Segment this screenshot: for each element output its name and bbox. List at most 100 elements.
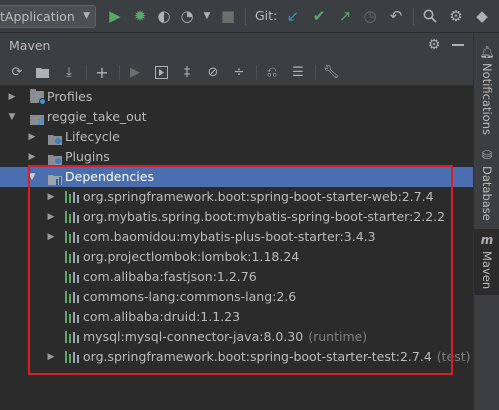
dependency-label: org.projectlombok:lombok:1.18.24 [83,249,300,264]
maven-panel-header: Maven ⚙ [0,33,473,58]
dependency-item[interactable]: commons-lang:commons-lang:2.6 [0,287,473,307]
dependency-scope: (test) [436,349,471,364]
toolbar-separator [86,65,87,80]
tree-node-profiles[interactable]: ▶ Profiles [0,87,473,107]
wrench-icon[interactable]: 🔧︎ [322,63,340,81]
tree-node-lifecycle[interactable]: ▶ Lifecycle [0,127,473,147]
library-icon [65,271,79,283]
skip-tests-icon[interactable]: ⊘ [204,63,222,81]
tree-node-dependencies[interactable]: ▼ Dependencies [0,167,473,187]
jetbrains-logo-icon[interactable]: ◆ [472,6,492,26]
folder-gear-icon [48,151,62,165]
dependency-item[interactable]: ▶ org.springframework.boot:spring-boot-st… [0,187,473,207]
vcs-push-icon[interactable]: ↗ [335,6,355,26]
git-label: Git: [255,8,278,23]
tree-node-project[interactable]: ▼ reggie_take_out [0,107,473,127]
dependency-label: org.mybatis.spring.boot:mybatis-spring-b… [83,209,446,224]
vcs-commit-icon[interactable]: ✔ [309,6,329,26]
dependency-label: commons-lang:commons-lang:2.6 [83,289,297,304]
folder-icon [30,89,46,105]
dependency-item[interactable]: mysql:mysql-connector-java:8.0.30 (runtim… [0,327,473,347]
reload-folder-icon[interactable] [34,63,52,81]
toolbar-separator [315,65,316,80]
run-configuration-label: tApplication [0,9,75,24]
dependency-item[interactable]: com.alibaba:druid:1.1.23 [0,307,473,327]
chevron-right-icon[interactable]: ▶ [6,87,18,107]
bell-icon: 🔔︎ [479,45,495,59]
library-icon [65,331,79,343]
dependency-label: org.springframework.boot:spring-boot-sta… [83,349,432,364]
chevron-right-icon[interactable]: ▶ [45,227,57,247]
panel-title: Maven [9,38,51,53]
folder-gear-icon [48,131,62,145]
tree-node-label: Plugins [65,149,110,164]
run-icon[interactable]: ▶ [105,6,125,26]
tree-node-plugins[interactable]: ▶ Plugins [0,147,473,167]
debug-icon[interactable]: ✹ [130,6,150,26]
collapse-icon[interactable]: ÷ [230,63,248,81]
add-icon[interactable]: + [93,63,111,82]
dependency-label: mysql:mysql-connector-java:8.0.30 [83,329,304,344]
stop-icon[interactable]: ■ [218,6,238,26]
toolbar-separator [245,8,246,25]
dependency-item[interactable]: org.projectlombok:lombok:1.18.24 [0,247,473,267]
library-icon [65,231,79,243]
main-toolbar: tApplication ▼ ▶ ✹ ◐ ◔ ▼ ■ Git: ↙ ✔ ↗ ◷ … [0,0,499,33]
chevron-down-icon: ▼ [83,11,90,21]
maven-icon: m [480,233,494,247]
toolbar-separator [119,65,120,80]
dependency-label: com.alibaba:fastjson:1.2.76 [83,269,257,284]
tree-node-label: Dependencies [65,169,154,184]
tab-label: Maven [480,251,494,290]
tree-node-label: Lifecycle [65,129,120,144]
rollback-icon[interactable]: ↶ [386,6,406,26]
library-icon [65,191,79,203]
settings-icon[interactable]: ⚙ [446,6,466,26]
library-icon [65,311,79,323]
toolbar-separator [413,8,414,25]
toggle-offline-icon[interactable]: ‡ [178,63,196,81]
chevron-right-icon[interactable]: ▶ [45,347,57,367]
profile-icon[interactable]: ◔ [177,6,197,26]
tree-node-label: reggie_take_out [47,109,147,124]
tab-database[interactable]: ⛁ Database [474,148,499,221]
dependency-label: com.baomidou:mybatis-plus-boot-starter:3… [83,229,376,244]
dependency-item[interactable]: com.alibaba:fastjson:1.2.76 [0,267,473,287]
dependency-item[interactable]: ▶ com.baomidou:mybatis-plus-boot-starter:… [0,227,473,247]
chevron-down-icon[interactable]: ▼ [197,6,217,26]
vcs-update-icon[interactable]: ↙ [283,6,303,26]
tab-maven[interactable]: m Maven [474,229,499,296]
dependency-item[interactable]: ▶ org.springframework.boot:spring-boot-st… [0,347,473,367]
chevron-down-icon[interactable]: ▼ [26,167,38,187]
toolbar-separator [256,65,257,80]
library-icon [65,351,79,363]
run-configuration-selector[interactable]: tApplication ▼ [0,5,96,28]
library-icon [65,251,79,263]
run-maven-build-icon[interactable]: ▶ [126,63,144,81]
chevron-right-icon[interactable]: ▶ [26,127,38,147]
maven-toolbar: ⟳ ⤓ + ▶ ‡ ⊘ ÷ ⎌ ☰ 🔧︎ [0,58,473,86]
minimize-icon[interactable] [449,36,467,54]
search-icon[interactable] [420,6,440,26]
dependency-text: org.springframework.boot:spring-boot-sta… [83,347,471,367]
tab-notifications[interactable]: 🔔︎ Notifications [474,45,499,135]
history-icon[interactable]: ◷ [360,6,380,26]
library-icon [65,211,79,223]
gear-icon[interactable]: ⚙ [425,36,443,54]
collapse-all-icon[interactable]: ☰ [289,63,307,81]
chevron-down-icon[interactable]: ▼ [6,107,18,127]
dependency-item[interactable]: ▶ org.mybatis.spring.boot:mybatis-spring-… [0,207,473,227]
reload-icon[interactable]: ⟳ [8,63,26,81]
download-icon[interactable]: ⤓ [60,63,78,81]
chevron-right-icon[interactable]: ▶ [26,147,38,167]
dependency-label: com.alibaba:druid:1.1.23 [83,309,241,324]
coverage-icon[interactable]: ◐ [154,6,174,26]
chevron-right-icon[interactable]: ▶ [45,187,57,207]
dependency-text: mysql:mysql-connector-java:8.0.30 (runtim… [83,327,367,347]
library-icon [65,291,79,303]
execute-goal-icon[interactable] [152,63,170,81]
show-dependencies-icon[interactable]: ⎌ [263,63,281,81]
folder-dependencies-icon [48,171,62,185]
dependency-label: org.springframework.boot:spring-boot-sta… [83,189,434,204]
chevron-right-icon[interactable]: ▶ [45,207,57,227]
